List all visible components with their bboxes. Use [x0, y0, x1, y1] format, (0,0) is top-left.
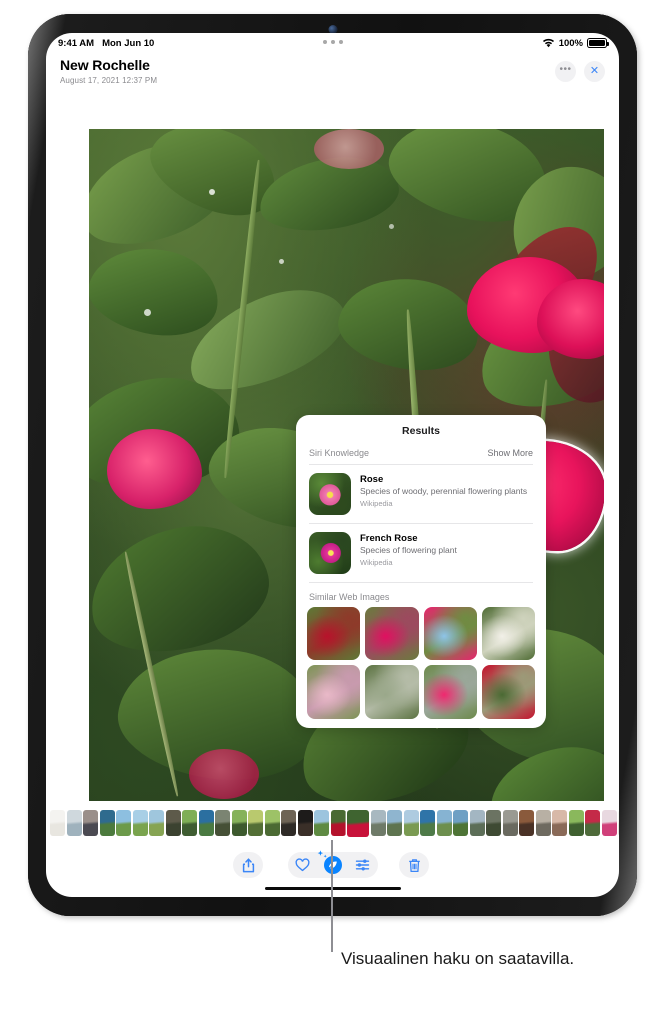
pale-pink-roses-thumbnail[interactable] [307, 665, 361, 719]
pink-rose-buds-thumbnail[interactable] [423, 665, 477, 719]
wifi-icon [542, 38, 554, 48]
knowledge-name: Rose [360, 474, 384, 485]
thumb-green-coast[interactable] [453, 810, 468, 836]
thumb-field-sky[interactable] [116, 810, 131, 836]
leaf-shape [89, 511, 280, 667]
rose-bloom-faded [314, 129, 384, 169]
knowledge-row[interactable]: French Rose Species of flowering plant W… [296, 524, 546, 582]
thumb-doorway[interactable] [519, 810, 534, 836]
thumb-stone-statue[interactable] [165, 810, 181, 836]
status-date: Mon Jun 10 [102, 37, 155, 49]
thumb-faded-end[interactable] [618, 810, 619, 836]
sliders-icon[interactable] [348, 852, 378, 878]
ipad-device-frame: 9:41 AM Mon Jun 10 100% New Rochelle Aug… [28, 14, 637, 916]
red-rose-bloom-thumbnail[interactable] [307, 607, 361, 661]
battery-percent-label: 100% [558, 37, 583, 49]
trash-icon[interactable] [399, 852, 429, 878]
thumb-cloudy-field[interactable] [403, 810, 419, 836]
screenshot-root: 9:41 AM Mon Jun 10 100% New Rochelle Aug… [0, 0, 665, 1024]
thumb-forest-path[interactable] [231, 810, 247, 836]
magenta-rose-cluster-thumbnail[interactable] [365, 607, 419, 661]
main-photo[interactable]: Results Siri Knowledge Show More Rose Sp… [89, 129, 604, 801]
callout-leader-line [331, 840, 333, 952]
knowledge-source: Wikipedia [360, 498, 393, 508]
knowledge-description: Species of flowering plant [360, 545, 457, 555]
knowledge-row[interactable]: Rose Species of woody, perennial floweri… [296, 465, 546, 523]
status-bar: 9:41 AM Mon Jun 10 100% [46, 33, 619, 53]
header-actions: ••• ✕ [555, 61, 605, 82]
status-time: 9:41 AM [58, 37, 95, 49]
similar-web-images-label: Similar Web Images [309, 592, 390, 602]
share-pill[interactable] [233, 852, 263, 878]
highlight-speck [144, 309, 151, 316]
highlight-speck [279, 259, 284, 264]
thumb-mountain[interactable] [387, 810, 402, 836]
siri-knowledge-header: Siri Knowledge Show More [296, 446, 546, 464]
thumb-pasture[interactable] [264, 810, 280, 836]
rose-bush-sky-thumbnail[interactable] [423, 607, 477, 661]
thumb-night-portrait[interactable] [297, 810, 313, 836]
photo-filmstrip[interactable] [46, 809, 619, 837]
knowledge-source: Wikipedia [360, 557, 393, 567]
thumb-dusk-road[interactable] [281, 810, 296, 836]
knowledge-name: French Rose [360, 533, 418, 544]
callout-caption: Visuaalinen haku on saatavilla. [341, 949, 575, 968]
visual-lookup-results-popup: Results Siri Knowledge Show More Rose Sp… [296, 415, 546, 728]
heart-icon[interactable] [288, 852, 318, 878]
thumb-meadow[interactable] [132, 810, 148, 836]
thumb-sunset-coast[interactable] [83, 810, 98, 836]
thumb-shore[interactable] [436, 810, 452, 836]
thumb-faded-1[interactable] [50, 810, 65, 836]
photo-header: New Rochelle August 17, 2021 12:37 PM ••… [46, 53, 619, 105]
thumb-lighthouse[interactable] [370, 810, 386, 836]
close-icon[interactable]: ✕ [584, 61, 605, 82]
thumb-pink-bloom[interactable] [601, 810, 617, 836]
thumb-green-hill[interactable] [182, 810, 197, 836]
popup-title: Results [402, 425, 440, 437]
device-screen: 9:41 AM Mon Jun 10 100% New Rochelle Aug… [46, 33, 619, 897]
thumb-garden-flowers[interactable] [149, 810, 164, 836]
thumb-lake-blue[interactable] [198, 810, 214, 836]
thumb-rose-selected[interactable] [347, 809, 369, 837]
thumb-castle[interactable] [215, 810, 230, 836]
battery-full-icon [587, 38, 610, 48]
delete-pill[interactable] [399, 852, 429, 878]
multitasking-handle-icon[interactable] [322, 40, 343, 44]
highlight-speck [209, 189, 215, 195]
leaf-shape [89, 236, 227, 347]
thumb-ruins[interactable] [486, 810, 501, 836]
thumb-grey-stone[interactable] [502, 810, 518, 836]
thumb-person-red[interactable] [585, 810, 600, 836]
ellipsis-icon[interactable]: ••• [555, 61, 576, 82]
thumb-interior[interactable] [535, 810, 551, 836]
magenta-rose-thumbnail [309, 532, 351, 574]
thumb-portrait-indoor[interactable] [552, 810, 567, 836]
rose-bloom [189, 749, 259, 799]
thumb-faded-2[interactable] [66, 810, 82, 836]
thumb-red-leaves[interactable] [330, 810, 346, 836]
white-rose-thumbnail[interactable] [481, 607, 535, 661]
pink-rose-thumbnail [309, 473, 351, 515]
photo-timestamp: August 17, 2021 12:37 PM [60, 76, 158, 85]
highlight-speck [389, 224, 394, 229]
thumb-tree-field[interactable] [248, 810, 263, 836]
thumb-green-lawn[interactable] [568, 810, 584, 836]
similar-web-images-grid [296, 607, 546, 719]
thumb-lake-green[interactable] [99, 810, 115, 836]
thumb-sky-tree[interactable] [314, 810, 329, 836]
thumb-blue-water[interactable] [420, 810, 435, 836]
thumb-cliff-sea[interactable] [469, 810, 485, 836]
climbing-rose-wall-thumbnail[interactable] [481, 665, 535, 719]
page-title: New Rochelle [60, 57, 150, 73]
share-icon[interactable] [233, 852, 263, 878]
rose-garden-sign-thumbnail[interactable] [365, 665, 419, 719]
show-more-button[interactable]: Show More [487, 448, 533, 458]
knowledge-description: Species of woody, perennial flowering pl… [360, 486, 528, 496]
siri-knowledge-label: Siri Knowledge [309, 448, 370, 458]
